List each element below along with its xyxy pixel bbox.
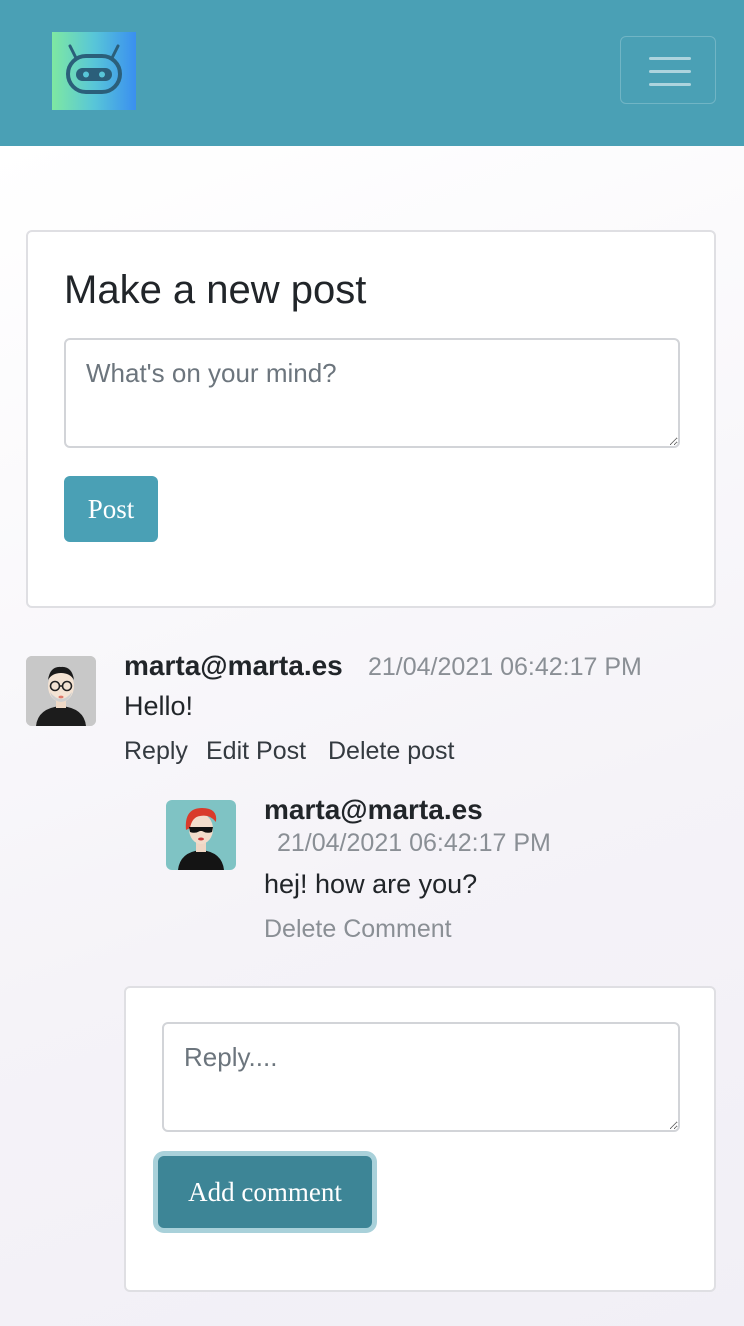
reply-form-card: Add comment (124, 986, 716, 1292)
new-post-card: Make a new post Post (26, 230, 716, 608)
navbar (0, 0, 744, 146)
new-post-title: Make a new post (64, 268, 367, 312)
post-author[interactable]: marta@marta.es (124, 650, 343, 682)
comment-author[interactable]: marta@marta.es (264, 794, 483, 826)
menu-toggle-button[interactable] (620, 36, 716, 104)
delete-comment-link[interactable]: Delete Comment (264, 915, 452, 944)
post-button[interactable]: Post (64, 476, 158, 542)
reply-input[interactable] (162, 1022, 680, 1132)
comment-author-avatar (166, 800, 236, 870)
comment-text: hej! how are you? (264, 869, 478, 899)
post-text: Hello! (124, 691, 194, 721)
delete-post-link[interactable]: Delete post (328, 737, 454, 766)
robot-logo-icon[interactable] (52, 32, 136, 110)
add-comment-button[interactable]: Add comment (158, 1156, 372, 1228)
post-author-avatar (26, 656, 96, 726)
post-timestamp: 21/04/2021 06:42:17 PM (368, 653, 642, 681)
new-post-input[interactable] (64, 338, 680, 448)
edit-post-link[interactable]: Edit Post (206, 737, 306, 766)
comment-timestamp: 21/04/2021 06:42:17 PM (277, 829, 551, 857)
reply-link[interactable]: Reply (124, 737, 188, 766)
hamburger-icon (649, 57, 691, 60)
